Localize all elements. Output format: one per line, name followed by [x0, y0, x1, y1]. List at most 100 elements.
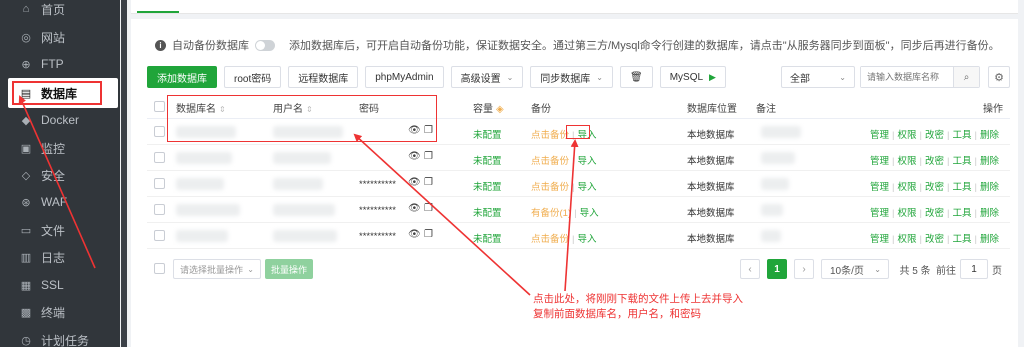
action-link[interactable]: 工具 [952, 156, 971, 167]
prev-page-button[interactable]: ‹ [740, 259, 760, 279]
row-checkbox[interactable] [154, 152, 165, 163]
sidebar-item-12[interactable]: ◷ 计划任务 [0, 325, 120, 347]
eye-icon[interactable]: 👁 [408, 203, 421, 214]
sidebar-item-11[interactable]: ▩ 终端 [0, 297, 120, 327]
action-link[interactable]: 权限 [897, 208, 916, 219]
sidebar-item-5[interactable]: ▣ 监控 [0, 133, 120, 163]
capacity-value[interactable]: 未配置 [473, 153, 502, 167]
annotation-box-credentials [167, 95, 437, 142]
backup-link[interactable]: 点击备份 [531, 156, 569, 167]
action-link[interactable]: 改密 [925, 208, 944, 219]
action-link[interactable]: 删除 [980, 208, 999, 219]
select-all-checkbox[interactable] [154, 101, 165, 112]
action-link[interactable]: 删除 [980, 234, 999, 245]
advanced-settings-dropdown[interactable]: 高级设置 ⌄ [450, 66, 524, 88]
batch-button[interactable]: 批量操作 [265, 259, 313, 279]
page-size-select[interactable]: 10条/页 ⌄ [821, 259, 889, 279]
sidebar-item-8[interactable]: ▭ 文件 [0, 215, 120, 245]
page-current[interactable]: 1 [767, 259, 787, 279]
action-link[interactable]: 管理 [870, 130, 889, 141]
remote-database-button[interactable]: 远程数据库 [288, 66, 359, 88]
auto-backup-toggle[interactable] [255, 39, 275, 51]
divider: | [572, 182, 575, 193]
sidebar-item-0[interactable]: ⌂ 首页 [0, 0, 120, 24]
eye-icon[interactable]: 👁 [408, 229, 421, 240]
action-link[interactable]: 改密 [925, 182, 944, 193]
capacity-value[interactable]: 未配置 [473, 179, 502, 193]
row-checkbox[interactable] [154, 178, 165, 189]
redacted-note [761, 152, 795, 164]
sync-database-dropdown[interactable]: 同步数据库 ⌄ [530, 66, 613, 88]
footer-select-all-checkbox[interactable] [154, 263, 165, 274]
action-link[interactable]: 工具 [952, 234, 971, 245]
advanced-settings-label: 高级设置 [460, 73, 501, 85]
sidebar-item-2[interactable]: ⊕ FTP [0, 49, 120, 79]
action-link[interactable]: 删除 [980, 130, 999, 141]
backup-link[interactable]: 点击备份 [531, 182, 569, 193]
next-page-button[interactable]: › [794, 259, 814, 279]
sidebar-item-7[interactable]: ⊛ WAF [0, 187, 120, 217]
tab-active-indicator[interactable] [137, 0, 179, 13]
copy-icon[interactable]: ❐ [424, 177, 433, 188]
action-link[interactable]: 权限 [897, 156, 916, 167]
action-link[interactable]: 权限 [897, 130, 916, 141]
action-link[interactable]: 管理 [870, 182, 889, 193]
batch-select[interactable]: 请选择批量操作 ⌄ [173, 259, 261, 279]
row-checkbox[interactable] [154, 204, 165, 215]
backup-link[interactable]: 点击备份 [531, 130, 569, 141]
sidebar-item-4[interactable]: ◆ Docker [0, 105, 120, 135]
eye-icon[interactable]: 👁 [408, 151, 421, 162]
row-checkbox[interactable] [154, 230, 165, 241]
divider: | [919, 182, 922, 193]
backup-link[interactable]: 有备份(1) [531, 208, 571, 219]
sidebar-item-10[interactable]: ▦ SSL [0, 270, 120, 300]
import-link[interactable]: 导入 [577, 234, 596, 245]
action-link[interactable]: 管理 [870, 208, 889, 219]
action-link[interactable]: 改密 [925, 130, 944, 141]
action-link[interactable]: 管理 [870, 234, 889, 245]
backup-link[interactable]: 点击备份 [531, 234, 569, 245]
sidebar-item-1[interactable]: ◎ 网站 [0, 22, 120, 52]
copy-icon[interactable]: ❐ [424, 229, 433, 240]
import-link[interactable]: 导入 [577, 156, 596, 167]
action-link[interactable]: 工具 [952, 130, 971, 141]
action-link[interactable]: 工具 [952, 182, 971, 193]
divider: | [946, 234, 950, 245]
import-link[interactable]: 导入 [580, 208, 599, 219]
action-link[interactable]: 删除 [980, 182, 999, 193]
gear-icon[interactable]: ⚙ [988, 66, 1010, 88]
action-link[interactable]: 权限 [897, 234, 916, 245]
sidebar-item-6[interactable]: ◇ 安全 [0, 160, 120, 190]
sync-database-label: 同步数据库 [540, 73, 591, 85]
recycle-bin-button[interactable]: 🗑 [620, 66, 653, 88]
action-link[interactable]: 权限 [897, 182, 916, 193]
sidebar-item-9[interactable]: ▥ 日志 [0, 242, 120, 272]
action-link[interactable]: 改密 [925, 156, 944, 167]
import-link[interactable]: 导入 [577, 182, 596, 193]
action-link[interactable]: 删除 [980, 156, 999, 167]
search-input[interactable] [861, 67, 953, 87]
chevron-down-icon: ⌄ [506, 72, 514, 82]
divider: | [974, 130, 977, 141]
sidebar-scrollbar[interactable] [121, 0, 127, 347]
action-link[interactable]: 工具 [952, 208, 971, 219]
root-password-button[interactable]: root密码 [224, 66, 282, 88]
copy-icon[interactable]: ❐ [424, 203, 433, 214]
filter-select[interactable]: 全部 ⌄ [781, 66, 855, 88]
divider: | [974, 234, 977, 245]
copy-icon[interactable]: ❐ [424, 151, 433, 162]
capacity-value[interactable]: 未配置 [473, 205, 502, 219]
action-link[interactable]: 管理 [870, 156, 889, 167]
mysql-button[interactable]: MySQL ▶ [659, 66, 726, 88]
capacity-value[interactable]: 未配置 [473, 127, 502, 141]
eye-icon[interactable]: 👁 [408, 177, 421, 188]
phpmyadmin-button[interactable]: phpMyAdmin [365, 66, 444, 88]
chevron-down-icon: ⌄ [839, 72, 846, 82]
action-link[interactable]: 改密 [925, 234, 944, 245]
search-icon[interactable]: ⌕ [953, 67, 979, 87]
add-database-button[interactable]: 添加数据库 [147, 66, 217, 88]
password-value: ********** [359, 231, 396, 242]
row-checkbox[interactable] [154, 126, 165, 137]
capacity-value[interactable]: 未配置 [473, 231, 502, 245]
goto-page-input[interactable]: 1 [960, 259, 988, 279]
